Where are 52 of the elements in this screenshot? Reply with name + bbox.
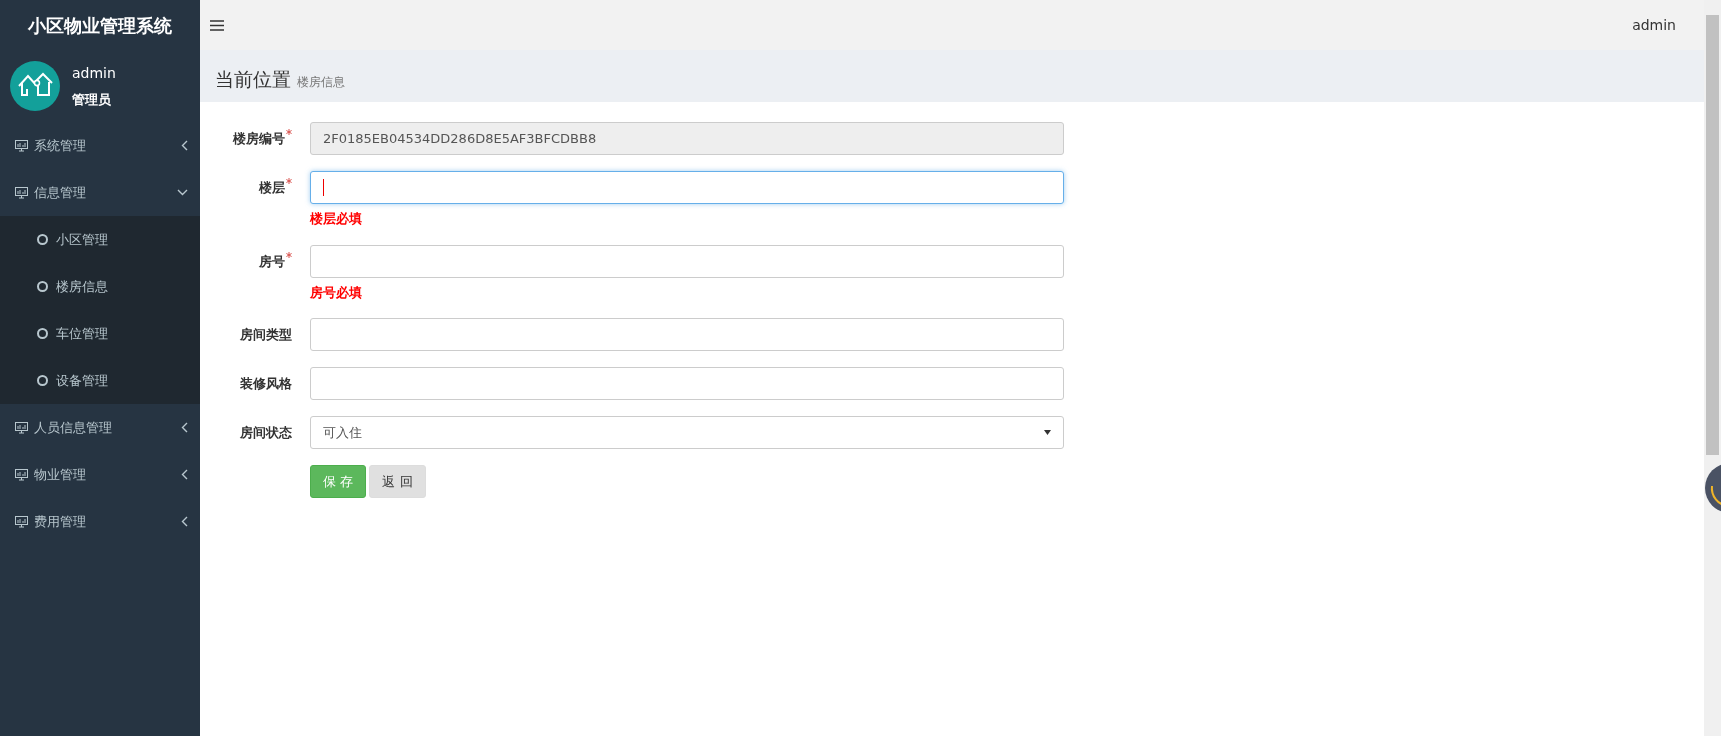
back-button[interactable]: 返 回 (369, 465, 426, 498)
scrollbar[interactable] (1704, 0, 1721, 736)
input-field[interactable] (310, 318, 1064, 351)
monitor-icon (15, 186, 28, 199)
required-asterisk-icon (286, 251, 292, 258)
sidebar-item[interactable]: 信息管理 (0, 169, 200, 216)
required-asterisk-icon (286, 129, 292, 135)
field-label: 房间类型 (239, 326, 293, 344)
monitor-icon (15, 139, 28, 152)
required-asterisk-icon (286, 178, 292, 184)
sidebar-item[interactable]: 系统管理 (0, 122, 200, 169)
monitor-icon (15, 515, 28, 528)
breadcrumb-current: 楼房信息 (297, 74, 345, 91)
sidebar-item[interactable]: 费用管理 (0, 498, 200, 545)
menu-icon[interactable] (210, 19, 224, 31)
circle-icon (37, 375, 48, 386)
error-message: 楼层必填 (310, 210, 363, 228)
submenu-item[interactable]: 小区管理 (0, 216, 200, 263)
field-label: 房间状态 (239, 424, 293, 442)
sidebar-item[interactable]: 人员信息管理 (0, 404, 200, 451)
dropdown-arrow-icon (1044, 430, 1051, 435)
submenu-item[interactable]: 车位管理 (0, 310, 200, 357)
chevron-left-icon (181, 140, 188, 151)
monitor-icon (15, 468, 28, 481)
field-label: 装修风格 (239, 375, 293, 393)
page-title: 当前位置 (215, 67, 291, 92)
user-name: admin (72, 63, 116, 83)
chevron-down-icon (177, 189, 188, 196)
circle-icon (37, 328, 48, 339)
field-label: 楼房编号 (200, 122, 310, 155)
chevron-left-icon (181, 422, 188, 433)
sidebar-item[interactable]: 物业管理 (0, 451, 200, 498)
submenu-item[interactable]: 设备管理 (0, 357, 200, 404)
input-field[interactable] (310, 367, 1064, 400)
input-field[interactable] (310, 244, 1064, 278)
select-field[interactable]: 可入住 (310, 416, 1064, 449)
user-menu[interactable]: admin (1632, 14, 1676, 36)
circle-icon (37, 281, 48, 292)
error-message: 房号必填 (310, 283, 363, 302)
text-cursor (323, 179, 324, 196)
field-label: 房号 (200, 244, 310, 278)
field-label: 楼层 (200, 171, 310, 204)
submenu-item[interactable]: 楼房信息 (0, 263, 200, 310)
monitor-icon (15, 421, 28, 434)
house-avatar-icon (10, 61, 60, 111)
user-role: 管理员 (72, 90, 112, 109)
chevron-left-icon (181, 516, 188, 527)
scrollbar-thumb[interactable] (1706, 15, 1719, 455)
input-field[interactable] (310, 171, 1064, 204)
app-title: 小区物业管理系统 (27, 13, 173, 38)
chevron-left-icon (181, 469, 188, 480)
circle-icon (37, 234, 48, 245)
